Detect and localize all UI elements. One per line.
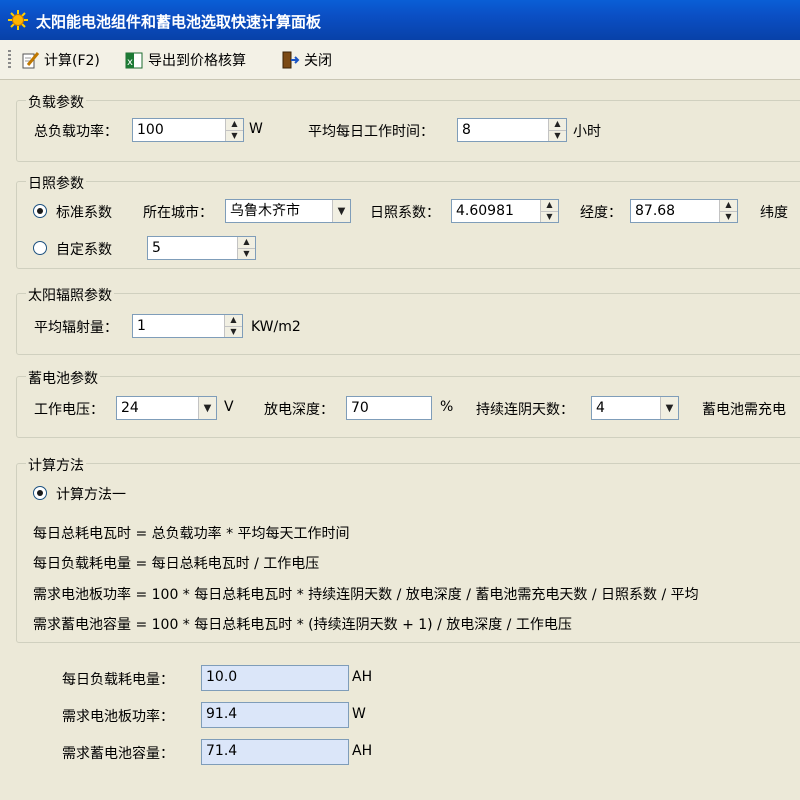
spin-up-icon[interactable]: ▲ (720, 200, 737, 211)
sunshine-params-title: 日照参数 (26, 173, 86, 193)
toolbar: 计算(F2) x 导出到价格核算 关闭 (0, 40, 800, 80)
daily-load-result-label: 每日负载耗电量： (62, 672, 174, 688)
spin-down-icon[interactable]: ▼ (238, 247, 255, 260)
sun-icon (8, 10, 28, 30)
battery-capacity-result-label: 需求蓄电池容量： (62, 746, 174, 762)
export-button-label: 导出到价格核算 (148, 53, 246, 69)
spin-down-icon[interactable]: ▼ (541, 210, 558, 223)
custom-coef-spinner[interactable]: ▲ ▼ (237, 237, 255, 259)
load-params-title: 负载参数 (26, 92, 86, 112)
formula-1: 每日总耗电瓦时 = 总负载功率 * 平均每天工作时间 (33, 526, 350, 542)
battery-capacity-result-unit: AH (352, 743, 373, 759)
spin-up-icon[interactable]: ▲ (541, 200, 558, 211)
title-bar[interactable]: 太阳能电池组件和蓄电池选取快速计算面板 (0, 0, 800, 40)
voltage-unit: V (224, 399, 234, 415)
svg-text:x: x (127, 57, 133, 68)
method-one-radio[interactable] (33, 486, 47, 500)
chevron-down-icon[interactable]: ▼ (660, 397, 678, 419)
radiation-params-title: 太阳辐照参数 (26, 285, 114, 305)
avg-radiation-label: 平均辐射量： (34, 320, 118, 336)
total-power-unit: W (249, 121, 263, 137)
spin-up-icon[interactable]: ▲ (549, 119, 566, 130)
close-button-label: 关闭 (304, 53, 332, 69)
custom-coef-radio[interactable] (33, 241, 47, 255)
standard-coef-radio[interactable] (33, 204, 47, 218)
avg-radiation-unit: KW/m2 (251, 319, 301, 335)
spin-down-icon[interactable]: ▼ (226, 129, 243, 142)
charge-days-label: 蓄电池需充电 (702, 402, 786, 418)
avg-radiation-spinner[interactable]: ▲ ▼ (224, 315, 242, 337)
formula-2: 每日负载耗电量 = 每日总耗电瓦时 / 工作电压 (33, 556, 320, 572)
exit-door-icon (282, 51, 300, 69)
total-power-label: 总负载功率： (34, 124, 118, 140)
spin-down-icon[interactable]: ▼ (549, 129, 566, 142)
formula-3: 需求电池板功率 = 100 * 每日总耗电瓦时 * 持续连阴天数 / 放电深度 … (33, 587, 699, 603)
panel-power-result-unit: W (352, 706, 366, 722)
spin-up-icon[interactable]: ▲ (225, 315, 242, 326)
export-button[interactable]: x 导出到价格核算 (124, 48, 246, 72)
chevron-down-icon[interactable]: ▼ (332, 200, 350, 222)
longitude-spinner[interactable]: ▲ ▼ (719, 200, 737, 222)
voltage-label: 工作电压： (34, 402, 104, 418)
depth-input[interactable]: 70 (346, 396, 432, 420)
sunshine-params-group (16, 181, 800, 269)
sunshine-coef-label: 日照系数： (370, 205, 440, 221)
toolbar-grip[interactable] (8, 50, 11, 70)
standard-coef-label[interactable]: 标准系数 (56, 202, 112, 222)
daily-load-result-field: 10.0 (201, 665, 349, 691)
calc-button[interactable]: 计算(F2) (20, 48, 100, 72)
window-title: 太阳能电池组件和蓄电池选取快速计算面板 (36, 13, 322, 31)
cloudy-days-label: 持续连阴天数： (476, 402, 574, 418)
battery-capacity-result-field: 71.4 (201, 739, 349, 765)
pencil-icon (22, 52, 40, 69)
city-label: 所在城市： (143, 205, 213, 221)
panel-power-result-field: 91.4 (201, 702, 349, 728)
calc-button-label: 计算(F2) (44, 53, 100, 69)
chevron-down-icon[interactable]: ▼ (198, 397, 216, 419)
method-one-label[interactable]: 计算方法一 (56, 484, 126, 504)
custom-coef-label[interactable]: 自定系数 (56, 239, 112, 259)
formula-4: 需求蓄电池容量 = 100 * 每日总耗电瓦时 * (持续连阴天数 + 1) /… (33, 617, 572, 633)
daily-hours-spinner[interactable]: ▲ ▼ (548, 119, 566, 141)
excel-icon: x (125, 52, 143, 69)
longitude-label: 经度： (580, 205, 622, 221)
sunshine-coef-spinner[interactable]: ▲ ▼ (540, 200, 558, 222)
spin-up-icon[interactable]: ▲ (238, 237, 255, 248)
depth-unit: % (440, 399, 454, 415)
daily-hours-unit: 小时 (573, 124, 601, 140)
depth-label: 放电深度： (264, 402, 334, 418)
daily-load-result-unit: AH (352, 669, 373, 685)
main-panel: 负载参数 总负载功率： 100 ▲ ▼ W 平均每日工作时间： 8 ▲ ▼ 小时 日… (0, 81, 800, 800)
daily-hours-label: 平均每日工作时间： (308, 124, 434, 140)
spin-up-icon[interactable]: ▲ (226, 119, 243, 130)
panel-power-result-label: 需求电池板功率： (62, 709, 174, 725)
total-power-spinner[interactable]: ▲ ▼ (225, 119, 243, 141)
spin-down-icon[interactable]: ▼ (720, 210, 737, 223)
close-button[interactable]: 关闭 (280, 48, 332, 72)
spin-down-icon[interactable]: ▼ (225, 325, 242, 338)
battery-params-title: 蓄电池参数 (26, 368, 100, 388)
latitude-label: 纬度 (760, 205, 788, 221)
method-title: 计算方法 (26, 455, 86, 475)
